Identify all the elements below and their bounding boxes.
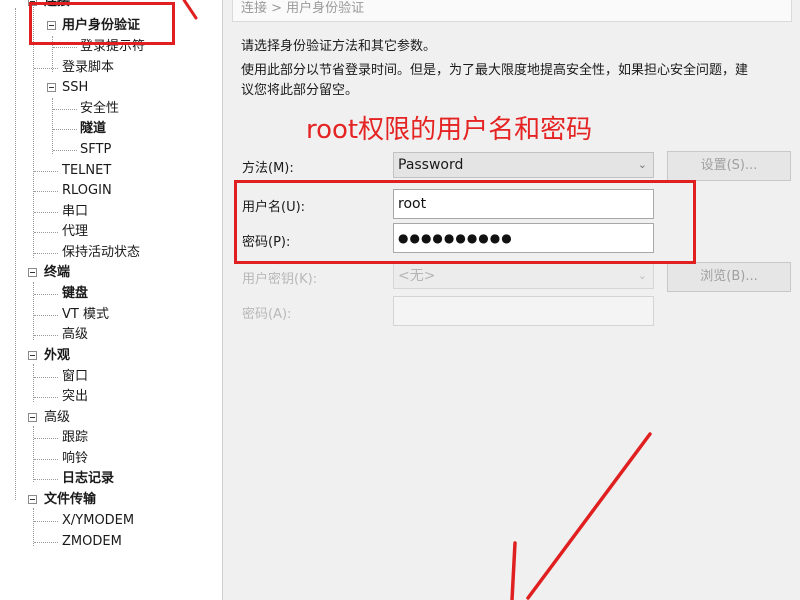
tree-item-logging[interactable]: 日志记录 — [0, 469, 220, 489]
tree-item-serial[interactable]: 串口 — [0, 202, 220, 222]
tree-item-label: 突出 — [62, 389, 89, 404]
tree-item-label: X/YMODEM — [62, 513, 135, 528]
tree-connector — [34, 191, 58, 192]
tree-connector — [34, 397, 58, 398]
tree-connector — [34, 294, 58, 295]
chevron-down-icon: ⌄ — [637, 269, 647, 282]
tree-item-ssh[interactable]: SSH — [0, 78, 220, 98]
tree-item-tunnel[interactable]: 隧道 — [0, 119, 220, 139]
tree-connector — [34, 315, 58, 316]
collapse-toggle-icon[interactable] — [28, 413, 37, 422]
tree-item-label: 登录脚本 — [62, 60, 115, 75]
tree-item-advanced[interactable]: 高级 — [0, 408, 220, 428]
tree-item-label: 外观 — [44, 348, 71, 363]
passphrase-label: 密码(A): — [242, 307, 292, 322]
tree-item-zmodem[interactable]: ZMODEM — [0, 532, 220, 552]
tree-item-label: 串口 — [62, 204, 89, 219]
description-text: 请选择身份验证方法和其它参数。 — [241, 39, 437, 54]
tree-connector — [34, 377, 58, 378]
tree-item-telnet[interactable]: TELNET — [0, 161, 220, 181]
user-key-select-value: <无> — [398, 268, 436, 284]
tree-connector — [53, 47, 77, 48]
tree-item-label: 跟踪 — [62, 430, 89, 445]
tree-connector — [34, 542, 58, 543]
tree-item-label: RLOGIN — [62, 183, 112, 198]
method-label: 方法(M): — [242, 161, 294, 176]
tree-connector — [34, 232, 58, 233]
tree-item-vt-mode[interactable]: VT 模式 — [0, 305, 220, 325]
tree-item-label: TELNET — [62, 163, 112, 178]
tree-item-terminal[interactable]: 终端 — [0, 263, 220, 283]
breadcrumb: 连接 > 用户身份验证 — [232, 0, 792, 22]
settings-category-tree[interactable]: 连接 用户身份验证 登录提示符 登录脚本 SSH 安全性 隧道 SFTP TEL… — [0, 0, 223, 600]
settings-button[interactable]: 设置(S)... — [667, 151, 791, 181]
tree-item-security[interactable]: 安全性 — [0, 99, 220, 119]
method-select-value: Password — [398, 157, 464, 173]
tree-item-label: 键盘 — [62, 286, 89, 301]
tree-connector — [34, 438, 58, 439]
tree-item-login-script[interactable]: 登录脚本 — [0, 58, 220, 78]
tree-connector — [34, 459, 58, 460]
tree-item-rlogin[interactable]: RLOGIN — [0, 181, 220, 201]
tree-item-label: 日志记录 — [62, 471, 115, 486]
tree-item-appearance[interactable]: 外观 — [0, 346, 220, 366]
tree-item-label: 隧道 — [80, 121, 107, 136]
tree-item-label: 文件传输 — [44, 492, 97, 507]
tree-connector — [53, 150, 77, 151]
settings-panel: 连接 > 用户身份验证 请选择身份验证方法和其它参数。 使用此部分以节省登录时间… — [224, 0, 800, 600]
collapse-toggle-icon[interactable] — [28, 268, 37, 277]
annotation-highlight-box — [234, 180, 696, 264]
collapse-toggle-icon[interactable] — [47, 83, 56, 92]
user-key-label: 用户密钥(K): — [242, 272, 318, 287]
tree-item-label: 窗口 — [62, 369, 89, 384]
tree-item-label: 保持活动状态 — [62, 245, 141, 260]
user-key-select[interactable]: <无> ⌄ — [393, 263, 654, 289]
tree-item-keepalive[interactable]: 保持活动状态 — [0, 243, 220, 263]
tree-connector — [34, 68, 58, 69]
tree-item-label: SFTP — [80, 142, 112, 157]
tree-item-label: 安全性 — [80, 101, 120, 116]
tree-item-label: 代理 — [62, 224, 89, 239]
tree-item-xymodem[interactable]: X/YMODEM — [0, 511, 220, 531]
description-text: 使用此部分以节省登录时间。但是，为了最大限度地提高安全性，如果担心安全问题，建 — [241, 63, 749, 78]
tree-connector — [34, 171, 58, 172]
tree-connector — [34, 521, 58, 522]
tree-connector — [34, 253, 58, 254]
tree-connector — [34, 479, 58, 480]
tree-connector — [34, 212, 58, 213]
tree-item-sftp[interactable]: SFTP — [0, 140, 220, 160]
tree-item-highlight[interactable]: 突出 — [0, 387, 220, 407]
tree-item-proxy[interactable]: 代理 — [0, 222, 220, 242]
annotation-highlight-box — [29, 2, 175, 45]
browse-button[interactable]: 浏览(B)... — [667, 262, 791, 292]
tree-item-label: ZMODEM — [62, 534, 122, 549]
tree-item-label: SSH — [62, 80, 89, 95]
tree-item-label: 高级 — [62, 327, 89, 342]
chevron-down-icon: ⌄ — [637, 158, 647, 171]
tree-connector — [53, 109, 77, 110]
tree-connector — [53, 129, 77, 130]
tree-item-window[interactable]: 窗口 — [0, 367, 220, 387]
tree-item-label: 响铃 — [62, 451, 89, 466]
tree-connector — [34, 335, 58, 336]
collapse-toggle-icon[interactable] — [28, 495, 37, 504]
annotation-text: root权限的用户名和密码 — [306, 115, 593, 145]
passphrase-input[interactable] — [393, 296, 654, 326]
collapse-toggle-icon[interactable] — [28, 351, 37, 360]
tree-item-label: 终端 — [44, 265, 71, 280]
method-select[interactable]: Password ⌄ — [393, 152, 654, 178]
description-text: 议您将此部分留空。 — [241, 83, 359, 98]
tree-item-label: 高级 — [44, 410, 71, 425]
tree-item-trace[interactable]: 跟踪 — [0, 428, 220, 448]
tree-item-bell[interactable]: 响铃 — [0, 449, 220, 469]
tree-item-file-transfer[interactable]: 文件传输 — [0, 490, 220, 510]
tree-item-label: VT 模式 — [62, 307, 109, 322]
tree-item-keyboard[interactable]: 键盘 — [0, 284, 220, 304]
tree-item-terminal-advanced[interactable]: 高级 — [0, 325, 220, 345]
